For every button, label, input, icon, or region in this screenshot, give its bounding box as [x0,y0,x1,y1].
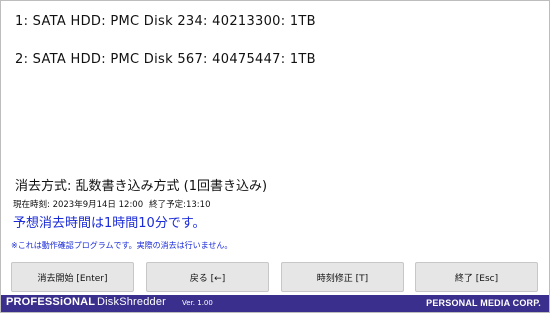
version-label: Ver. 1.00 [182,299,213,307]
back-button[interactable]: 戻る [←] [146,262,269,292]
time-info: 現在時刻: 2023年9月14日 12:00 終了予定:13:10 [13,198,211,210]
app-window: 1: SATA HDD: PMC Disk 234: 40213300: 1TB… [0,0,550,313]
adjust-time-button[interactable]: 時刻修正 [T] [281,262,404,292]
planned-end-time: 終了予定:13:10 [149,200,211,210]
product-name: DiskShredder [97,296,167,308]
current-time: 現在時刻: 2023年9月14日 12:00 [13,200,144,210]
erase-method: 消去方式: 乱数書き込み方式 (1回書き込み) [15,179,268,194]
exit-button[interactable]: 終了 [Esc] [415,262,538,292]
brand-logo: PROFESSiONAL [6,296,96,308]
company-name: PERSONAL MEDIA CORP. [426,298,541,308]
test-mode-notice: ※これは動作確認プログラムです。実際の消去は行いません。 [11,241,233,250]
estimated-time: 予想消去時間は1時間10分です。 [13,216,206,231]
disk-item-1[interactable]: 1: SATA HDD: PMC Disk 234: 40213300: 1TB [15,14,316,29]
footer-bar: PROFESSiONAL DiskShredder Ver. 1.00 PERS… [1,295,549,312]
start-erase-button[interactable]: 消去開始 [Enter] [11,262,134,292]
disk-item-2[interactable]: 2: SATA HDD: PMC Disk 567: 40475447: 1TB [15,52,316,67]
